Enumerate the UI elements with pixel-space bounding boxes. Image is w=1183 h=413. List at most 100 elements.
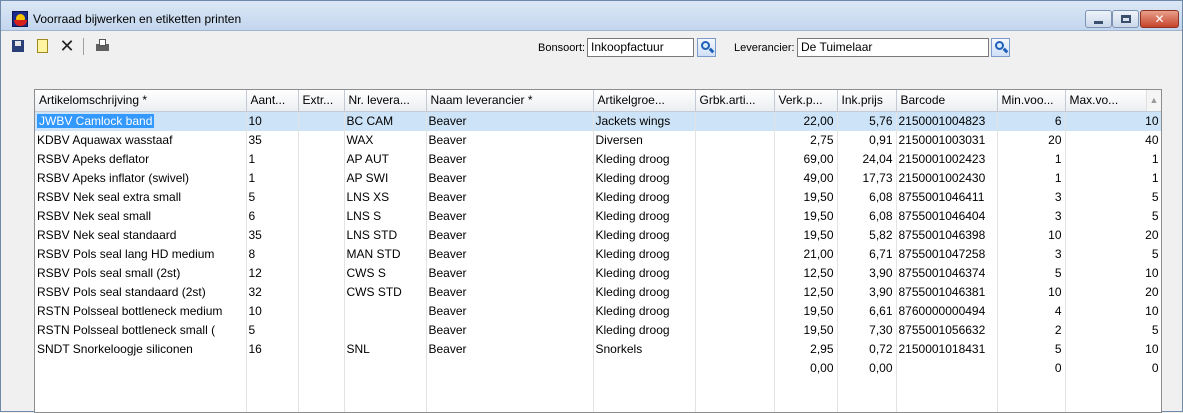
table-cell[interactable] bbox=[837, 378, 896, 397]
table-cell[interactable]: Kleding droog bbox=[593, 283, 695, 302]
table-cell[interactable]: Beaver bbox=[426, 111, 593, 131]
table-cell[interactable] bbox=[695, 150, 774, 169]
table-cell[interactable]: CWS S bbox=[344, 264, 426, 283]
table-cell[interactable]: Kleding droog bbox=[593, 321, 695, 340]
table-cell[interactable]: RSBV Pols seal lang HD medium bbox=[35, 245, 246, 264]
table-cell[interactable]: Jackets wings bbox=[593, 111, 695, 131]
table-cell[interactable] bbox=[246, 397, 298, 413]
table-row[interactable]: RSBV Nek seal small6LNS SBeaverKleding d… bbox=[35, 207, 1162, 226]
table-row[interactable]: RSBV Nek seal extra small5LNS XSBeaverKl… bbox=[35, 188, 1162, 207]
table-cell[interactable] bbox=[593, 397, 695, 413]
print-icon[interactable] bbox=[95, 38, 111, 54]
table-cell[interactable]: Beaver bbox=[426, 131, 593, 150]
table-cell[interactable]: AP AUT bbox=[344, 150, 426, 169]
table-cell[interactable]: 10 bbox=[246, 302, 298, 321]
table-cell[interactable]: Kleding droog bbox=[593, 226, 695, 245]
table-cell[interactable]: 8755001047258 bbox=[896, 245, 997, 264]
table-cell[interactable]: 1 bbox=[246, 169, 298, 188]
table-cell[interactable] bbox=[35, 397, 246, 413]
table-row[interactable]: JWBV Camlock band10BC CAMBeaverJackets w… bbox=[35, 111, 1162, 131]
table-cell[interactable]: RSBV Pols seal standaard (2st) bbox=[35, 283, 246, 302]
table-row[interactable]: SNDT Snorkeloogje siliconen16SNLBeaverSn… bbox=[35, 340, 1162, 359]
table-cell[interactable] bbox=[298, 378, 344, 397]
table-cell[interactable]: 20 bbox=[997, 131, 1065, 150]
column-header[interactable]: Verk.p... bbox=[774, 90, 837, 111]
table-cell[interactable]: 5 bbox=[1065, 188, 1162, 207]
leverancier-lookup-button[interactable] bbox=[991, 38, 1010, 57]
table-cell[interactable]: 12,50 bbox=[774, 283, 837, 302]
table-cell[interactable]: 12 bbox=[246, 264, 298, 283]
table-cell[interactable] bbox=[298, 359, 344, 378]
table-cell[interactable]: 8755001046411 bbox=[896, 188, 997, 207]
table-cell[interactable]: 21,00 bbox=[774, 245, 837, 264]
table-cell[interactable] bbox=[695, 302, 774, 321]
table-cell[interactable]: 8755001056632 bbox=[896, 321, 997, 340]
table-cell[interactable]: 10 bbox=[1065, 340, 1162, 359]
table-cell[interactable]: 8755001046404 bbox=[896, 207, 997, 226]
table-cell[interactable]: Beaver bbox=[426, 169, 593, 188]
table-row[interactable]: KDBV Aquawax wasstaaf35WAXBeaverDiversen… bbox=[35, 131, 1162, 150]
table-cell[interactable] bbox=[426, 397, 593, 413]
table-cell[interactable] bbox=[695, 169, 774, 188]
table-cell[interactable] bbox=[695, 245, 774, 264]
table-cell[interactable]: SNL bbox=[344, 340, 426, 359]
table-cell[interactable]: Beaver bbox=[426, 188, 593, 207]
table-cell[interactable]: 3,90 bbox=[837, 264, 896, 283]
column-header[interactable]: Ink.prijs bbox=[837, 90, 896, 111]
table-cell[interactable] bbox=[997, 378, 1065, 397]
table-cell[interactable]: Kleding droog bbox=[593, 302, 695, 321]
title-bar[interactable]: Voorraad bijwerken en etiketten printen … bbox=[1, 1, 1182, 31]
table-cell[interactable]: Beaver bbox=[426, 340, 593, 359]
table-cell[interactable]: RSBV Apeks deflator bbox=[35, 150, 246, 169]
table-cell[interactable]: 2150001003031 bbox=[896, 131, 997, 150]
table-cell[interactable]: 2150001004823 bbox=[896, 111, 997, 131]
table-cell[interactable]: 5 bbox=[246, 188, 298, 207]
table-cell[interactable]: Kleding droog bbox=[593, 150, 695, 169]
table-cell[interactable]: 6,08 bbox=[837, 207, 896, 226]
table-cell[interactable]: 19,50 bbox=[774, 226, 837, 245]
table-cell[interactable] bbox=[593, 359, 695, 378]
table-cell[interactable]: 16 bbox=[246, 340, 298, 359]
table-cell[interactable]: 0 bbox=[1065, 359, 1162, 378]
table-cell[interactable]: RSBV Nek seal standaard bbox=[35, 226, 246, 245]
table-cell[interactable]: 2 bbox=[997, 321, 1065, 340]
table-cell[interactable]: 0,00 bbox=[774, 359, 837, 378]
table-cell[interactable]: 22,00 bbox=[774, 111, 837, 131]
table-cell[interactable]: 8755001046398 bbox=[896, 226, 997, 245]
table-cell[interactable]: 12,50 bbox=[774, 264, 837, 283]
table-row[interactable] bbox=[35, 397, 1162, 413]
table-row[interactable]: RSTN Polsseal bottleneck small (5BeaverK… bbox=[35, 321, 1162, 340]
table-cell[interactable]: 32 bbox=[246, 283, 298, 302]
table-cell[interactable] bbox=[298, 264, 344, 283]
table-cell[interactable] bbox=[837, 397, 896, 413]
table-cell[interactable] bbox=[298, 188, 344, 207]
table-cell[interactable]: 35 bbox=[246, 226, 298, 245]
table-cell[interactable]: 3 bbox=[997, 207, 1065, 226]
column-header[interactable]: Grbk.arti... bbox=[695, 90, 774, 111]
table-cell[interactable] bbox=[426, 359, 593, 378]
table-cell[interactable] bbox=[695, 226, 774, 245]
table-cell[interactable] bbox=[695, 111, 774, 131]
table-cell[interactable]: WAX bbox=[344, 131, 426, 150]
table-cell[interactable]: 1 bbox=[997, 150, 1065, 169]
table-row[interactable]: RSBV Nek seal standaard35LNS STDBeaverKl… bbox=[35, 226, 1162, 245]
table-cell[interactable]: 5 bbox=[1065, 245, 1162, 264]
table-cell[interactable] bbox=[246, 378, 298, 397]
table-cell[interactable]: MAN STD bbox=[344, 245, 426, 264]
table-cell[interactable] bbox=[997, 397, 1065, 413]
table-cell[interactable] bbox=[695, 264, 774, 283]
table-cell[interactable]: Diversen bbox=[593, 131, 695, 150]
table-cell[interactable]: 1 bbox=[1065, 169, 1162, 188]
maximize-button[interactable] bbox=[1112, 10, 1139, 28]
table-cell[interactable]: 2,75 bbox=[774, 131, 837, 150]
table-cell[interactable]: 10 bbox=[1065, 302, 1162, 321]
table-cell[interactable]: 5 bbox=[997, 264, 1065, 283]
table-cell[interactable]: 10 bbox=[246, 111, 298, 131]
table-cell[interactable] bbox=[298, 321, 344, 340]
table-cell[interactable] bbox=[695, 378, 774, 397]
column-header[interactable]: Aant... bbox=[246, 90, 298, 111]
table-cell[interactable] bbox=[35, 359, 246, 378]
column-header[interactable]: Naam leverancier * bbox=[426, 90, 593, 111]
table-cell[interactable]: 8 bbox=[246, 245, 298, 264]
table-cell[interactable] bbox=[344, 302, 426, 321]
